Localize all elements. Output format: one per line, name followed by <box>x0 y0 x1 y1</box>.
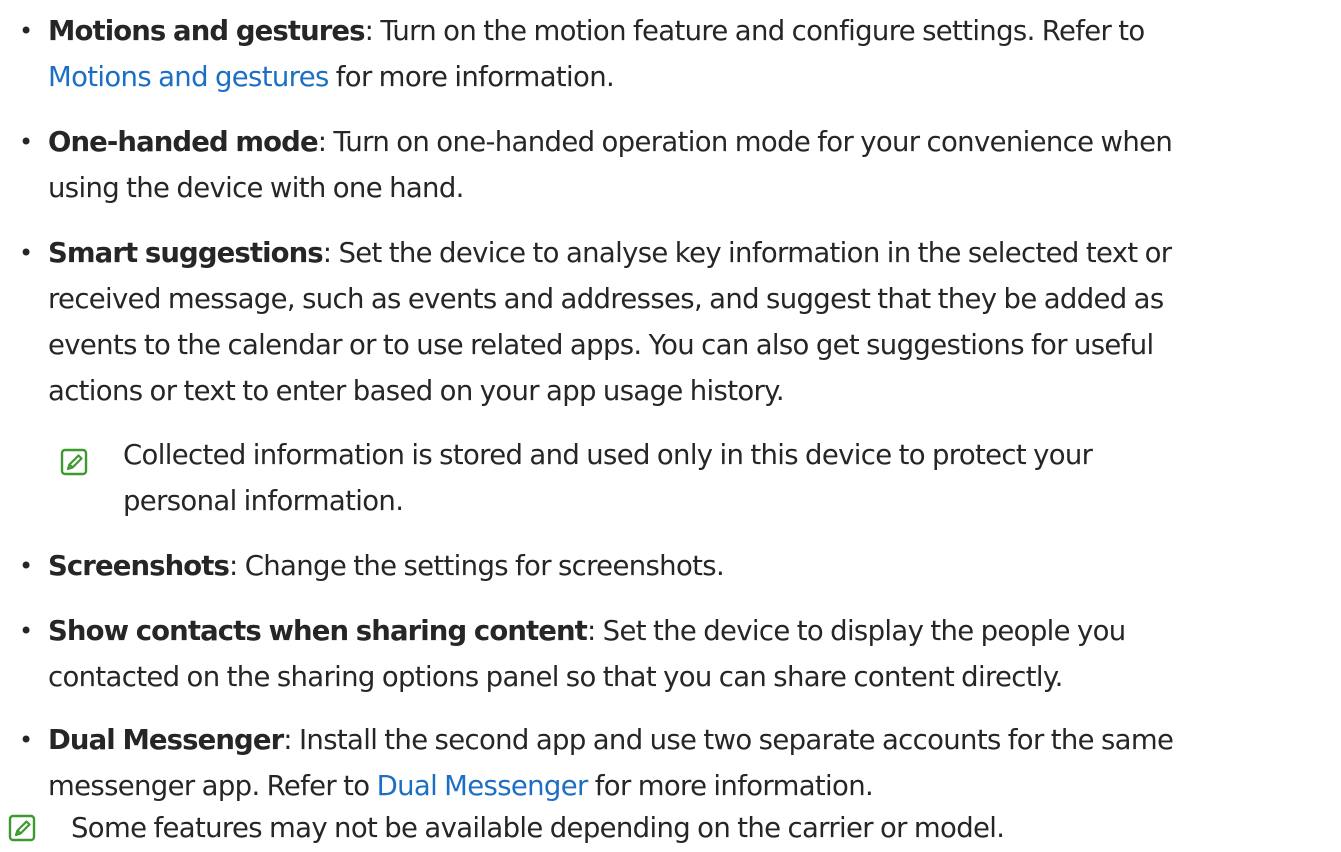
term-one-handed-mode: One-handed mode <box>48 126 319 158</box>
term-smart-suggestions: Smart suggestions <box>48 237 324 269</box>
description-line-2: using the device with one hand. <box>48 172 464 204</box>
item-text: Smart suggestions: Set the device to ana… <box>48 230 1338 414</box>
description-line-2: for more information. <box>328 61 615 93</box>
note-line-1: Collected information is stored and used… <box>123 439 1093 471</box>
note-text: Collected information is stored and used… <box>123 432 1093 524</box>
term-screenshots: Screenshots <box>48 550 230 582</box>
item-text: Screenshots: Change the settings for scr… <box>48 543 1338 589</box>
description-line-2: contacted on the sharing options panel s… <box>48 661 1063 693</box>
description-line-1: : Set the device to analyse key informat… <box>322 237 1172 269</box>
bullet: • <box>19 726 34 754</box>
description-line-2: received message, such as events and add… <box>48 283 1164 315</box>
description-line-2-suffix: for more information. <box>587 770 874 802</box>
note-icon <box>60 448 88 476</box>
item-text: One-handed mode: Turn on one-handed oper… <box>48 119 1338 211</box>
description-line-1: : Turn on the motion feature and configu… <box>364 15 1146 47</box>
note-icon <box>8 814 36 842</box>
description-line-1: : Set the device to display the people y… <box>586 615 1126 647</box>
term-show-contacts: Show contacts when sharing content <box>48 615 588 647</box>
note-line-2: personal information. <box>123 485 404 517</box>
bullet: • <box>19 128 34 156</box>
description-line-4: actions or text to enter based on your a… <box>48 375 785 407</box>
settings-document-page: • Motions and gestures: Turn on the moti… <box>0 0 1341 852</box>
description-line-2-prefix: messenger app. Refer to <box>48 770 377 802</box>
link-motions-and-gestures[interactable]: Motions and gestures <box>48 61 329 93</box>
bullet: • <box>19 17 34 45</box>
note-text: Some features may not be available depen… <box>71 812 1005 844</box>
description-line-1: : Install the second app and use two sep… <box>283 724 1174 756</box>
description-line-1: : Turn on one-handed operation mode for … <box>317 126 1173 158</box>
link-dual-messenger[interactable]: Dual Messenger <box>377 770 589 802</box>
bullet: • <box>19 617 34 645</box>
item-text: Dual Messenger: Install the second app a… <box>48 717 1338 809</box>
term-motions-and-gestures: Motions and gestures <box>48 15 366 47</box>
item-text: Show contacts when sharing content: Set … <box>48 608 1338 700</box>
bullet: • <box>19 552 34 580</box>
description-line-1: : Change the settings for screenshots. <box>229 550 725 582</box>
item-text: Motions and gestures: Turn on the motion… <box>48 8 1338 100</box>
term-dual-messenger: Dual Messenger <box>48 724 284 756</box>
description-line-3: events to the calendar or to use related… <box>48 329 1154 361</box>
bullet: • <box>19 239 34 267</box>
